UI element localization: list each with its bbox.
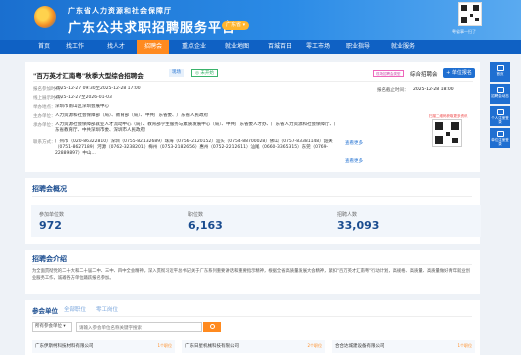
nav-item-8[interactable]: 职业指导 (340, 40, 376, 54)
fair-detail-card: "百万英才汇南粤"秋季大型综合招聘会 现场 ◎ 未开始 现场招聘会类型 综合招聘… (25, 62, 480, 172)
company-position-count: 1个职位 (457, 343, 472, 348)
stat-value: 33,093 (337, 219, 380, 232)
nav-item-3[interactable]: 招聘会 (137, 40, 169, 54)
nav-item-5[interactable]: 就业地图 (218, 40, 256, 54)
units-tab-0[interactable]: 参会单位 (32, 305, 58, 315)
company-name: 合合达城建设备有限公司 (335, 344, 385, 349)
side-item-label: 单位注册登录 (491, 138, 509, 146)
info-label: 举办地点： (33, 105, 56, 110)
nav-item-2[interactable]: 找人才 (98, 40, 134, 54)
company-name: 广东伊斯柯科技材料有限公司 (35, 344, 94, 349)
side-item-0[interactable]: 首页 (490, 62, 510, 82)
view-more-link-2[interactable]: 查看更多 (345, 158, 363, 164)
region-selector[interactable]: 广东省 ▾ (222, 21, 250, 30)
side-item-label: 个人注册登录 (491, 116, 509, 124)
fair-type-pill: 现场招聘会类型 (373, 70, 404, 77)
side-item-1[interactable]: 招聘会动态 (490, 84, 510, 104)
company-position-count: 2个职位 (307, 343, 322, 348)
info-value: 人力资源和社会保障部（局）、教育部（局）、中共广东省委、广东省人民政府 (55, 113, 208, 118)
units-tab-2[interactable]: 零工岗位 (96, 305, 118, 313)
stat-value: 972 (39, 219, 62, 232)
nav-item-0[interactable]: 首页 (30, 40, 58, 54)
intro-text: 为全面贯彻党的二十大和二十届二中、三中、四中全会精神，深入贯彻习近平总书记关于广… (32, 269, 470, 281)
info-value: 深圳市南山区深圳会展中心 (55, 104, 109, 109)
side-float-bar: 首页招聘会动态个人注册登录 单位注册登录 (490, 62, 510, 150)
fair-title: "百万英才汇南粤"秋季大型综合招聘会 (33, 72, 144, 80)
side-item-icon (496, 109, 504, 115)
info-label: 承办单位： (33, 123, 56, 128)
fair-badge: 现场 (169, 69, 184, 77)
nav-item-4[interactable]: 重点企业 (176, 40, 212, 54)
info-value: 广州市（020-86322810）深圳（0755-82132689）珠海（075… (55, 139, 333, 156)
main-nav: 首页 找工作 找人才 招聘会 重点企业 就业地图 百城百日 零工市场 职业指导 就业服务 (0, 40, 521, 54)
side-item-icon (496, 87, 504, 93)
apply-button[interactable]: + 单位报名 (443, 68, 475, 78)
qr-code-icon (458, 2, 482, 26)
company-card[interactable]: 广东日星机械科技有限公司 2个职位 (182, 340, 325, 353)
stat-units: 参加单位数 972 (31, 205, 183, 237)
org-title: 广东省人力资源和社会保障厅 (68, 7, 172, 15)
nav-item-9[interactable]: 就业服务 (384, 40, 422, 54)
unit-filter-select[interactable]: 所有参会单位 ▾ (32, 322, 72, 332)
nav-item-6[interactable]: 百城百日 (262, 40, 298, 54)
stat-label: 招聘人数 (337, 212, 358, 218)
company-name: 广东日星机械科技有限公司 (185, 344, 239, 349)
overview-title: 招聘会概况 (32, 185, 67, 193)
qr-caption: 粤省事一扫了 (452, 29, 476, 34)
fair-status: ◎ 未开始 (191, 69, 218, 77)
info-value: 2025-12-27 09:30至2025-12-28 17:00 (55, 86, 141, 91)
company-position-count: 1个职位 (157, 343, 172, 348)
divider (32, 264, 472, 265)
site-header: 广东省人力资源和社会保障厅 广东公共求职招聘服务平台 广东省 ▾ 粤省事一扫了 (0, 0, 521, 40)
side-item-2[interactable]: 个人注册登录 (490, 106, 510, 126)
side-item-label: 首页 (496, 72, 504, 76)
intro-title: 招聘会介绍 (32, 255, 67, 263)
company-card[interactable]: 广东伊斯柯科技材料有限公司 1个职位 (32, 340, 175, 353)
side-item-icon (496, 131, 504, 137)
units-tab-1[interactable]: 全部职位 (64, 305, 86, 313)
divider (32, 196, 472, 197)
fair-qr-icon (432, 119, 462, 147)
nav-item-7[interactable]: 零工市场 (302, 40, 334, 54)
stat-label: 参加单位数 (39, 212, 65, 218)
stat-positions: 职位数 6,163 (180, 205, 332, 237)
report-date: 2025-12-28 18:00 (413, 87, 454, 92)
stat-value: 6,163 (188, 219, 223, 232)
info-value: 人力资源社会保障部就业人才流动中心（局）、教育部学生服务与素质发展中心（局）、中… (55, 122, 339, 133)
stat-headcount: 招聘人数 33,093 (329, 205, 481, 237)
company-card[interactable]: 合合达城建设备有限公司 1个职位 (332, 340, 475, 353)
unit-search-input[interactable] (76, 322, 202, 332)
search-icon (209, 324, 215, 329)
side-item-3[interactable]: 单位注册登录 (490, 128, 510, 148)
stat-label: 职位数 (188, 212, 204, 218)
nav-item-1[interactable]: 找工作 (57, 40, 93, 54)
view-more-link-1[interactable]: 查看更多 (345, 140, 363, 146)
info-label: 联系方式： (33, 140, 56, 145)
qr-note: 扫描二维码获取更多资讯 (429, 114, 468, 118)
fair-type-label: 综合招聘会 (410, 72, 438, 78)
info-value: 2025-12-27至2026-01-03 (55, 95, 112, 100)
search-button[interactable] (203, 322, 221, 332)
info-label: 主办单位： (33, 114, 56, 119)
site-logo[interactable] (34, 6, 56, 28)
side-item-icon (496, 65, 504, 71)
site-title[interactable]: 广东公共求职招聘服务平台 (68, 17, 236, 36)
divider (33, 81, 473, 82)
report-date-label: 报名截止时间： (377, 88, 409, 93)
side-item-label: 招聘会动态 (491, 94, 509, 98)
divider (32, 316, 472, 317)
